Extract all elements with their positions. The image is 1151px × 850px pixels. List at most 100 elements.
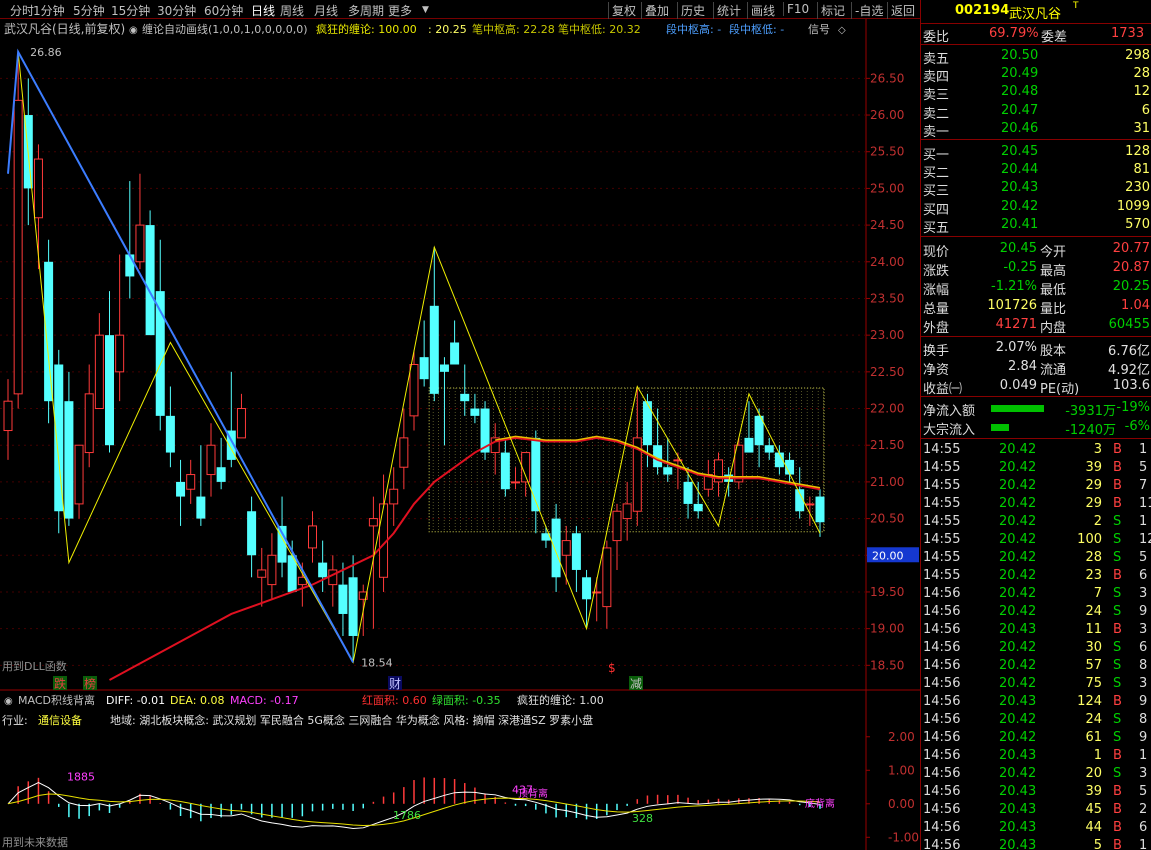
stock-header: 002194 武汉凡谷 T [921,1,1151,22]
bid-volume: 81 [1133,162,1150,178]
candle-body-down [125,254,135,277]
tick-count: 9 [1139,604,1148,619]
toolbar-button[interactable]: 画线 [747,2,775,19]
period-tab[interactable]: 1分钟 [33,2,65,19]
tick-row: 14:56 20.43 5 B 1 [921,837,1151,850]
flow-row: 大宗流入 -1240万 -6% [921,418,1151,438]
period-tab[interactable]: 分时 [10,2,34,19]
more-dropdown-icon[interactable]: ▼ [422,5,429,15]
tick-volume: 1 [1093,748,1102,763]
candle-body-up [511,481,520,484]
low-price-label: 18.54 [361,656,393,669]
quote-panel: 002194 武汉凡谷 T 委比 69.79% 委差 1733 卖五 20.50 298 卖四… [920,0,1151,850]
current-price-label: 20.00 [872,549,904,562]
tick-time: 14:56 [923,730,961,745]
period-tab[interactable]: 15分钟 [111,2,150,19]
period-tab[interactable]: 更多 [388,2,412,19]
tick-count: 3 [1139,766,1148,781]
candle-body-down [764,445,774,453]
candle-body-down [744,437,754,453]
ask-row: 卖五 20.50 298 [921,47,1151,67]
toolbar-button[interactable]: 标记 [817,2,845,19]
tag-t-icon: T [1073,1,1079,11]
tick-count: 11 [1139,496,1151,511]
tick-price: 20.43 [999,784,1037,799]
tick-row: 14:56 20.42 7 S 3 [921,585,1151,603]
stock-name: 武汉凡谷 [1009,7,1062,22]
toolbar-button[interactable]: F10 [783,2,809,16]
tick-price: 20.43 [999,622,1037,637]
tick-price: 20.42 [999,532,1037,547]
toolbar-button[interactable]: 历史 [677,2,705,19]
candle-body-up [206,444,216,476]
tick-volume: 124 [1077,694,1102,709]
toolbar-button[interactable]: 统计 [713,2,741,19]
period-toolbar: 分时 1分钟 5分钟 15分钟 30分钟 60分钟 日线 周线 月线 多周期 更多 ▼ 复权 叠加 历史统… [0,0,920,19]
candle-body-up [389,488,399,505]
legend-item: 段中枢高: - [666,22,721,36]
macd-crazy: 疯狂的缠论: 1.00 [517,693,604,707]
period-tab[interactable]: 日线 [251,2,275,19]
period-tab[interactable]: 多周期 [348,2,384,19]
macd-count-label: 328 [632,812,653,825]
divergence-label: 底背离 [805,797,835,810]
toolbar-button[interactable]: 叠加 [641,2,669,19]
toolbar-button[interactable]: -自选 [851,2,883,19]
weicha-value: 1733 [1111,26,1145,41]
candle-body-down [571,533,581,570]
tick-row: 14:56 20.43 1 B 1 [921,747,1151,765]
tick-row: 14:55 20.42 39 B 5 [921,459,1151,477]
quote-label: 内盘 [1040,321,1067,336]
tick-row: 14:56 20.42 24 S 9 [921,603,1151,621]
toolbar-button[interactable]: 复权 [608,2,636,19]
price-tick-label: 23.00 [870,328,904,342]
quote-value: -1.21% [991,279,1037,294]
period-tab[interactable]: 60分钟 [204,2,243,19]
event-marker: 减 [630,677,642,691]
tick-side: S [1113,640,1122,655]
tick-time: 14:56 [923,694,961,709]
bid-label: 买二 [923,166,950,182]
tick-price: 20.42 [999,460,1037,475]
tick-side: B [1113,460,1122,475]
quote-row: 现价 20.45 今开 20.77 [921,240,1151,260]
toolbar-button[interactable]: 返回 [887,2,915,19]
tick-row: 14:56 20.42 75 S 3 [921,675,1151,693]
quote-value: 41271 [995,317,1037,332]
ask-volume: 298 [1125,48,1150,63]
bid-price: 20.43 [1001,180,1039,196]
industry-label: 行业: [2,714,28,727]
tick-time: 14:56 [923,820,961,835]
legend-item: : 20.25 [428,23,467,36]
bid-label: 买一 [923,148,950,163]
tick-side: B [1113,838,1122,850]
quote-label: 现价 [923,245,950,260]
weibi-row: 委比 69.79% 委差 1733 [921,25,1151,45]
stock-code: 002194 [955,3,1010,18]
candle-body-down [318,562,328,578]
tick-side: B [1113,802,1122,817]
tick-volume: 23 [1085,568,1102,583]
period-tab[interactable]: 周线 [280,2,304,19]
price-tick-label: 21.50 [870,438,904,452]
tick-count: 5 [1139,784,1148,799]
macd-title: MACD积线背离 [18,693,95,707]
tick-count: 12 [1139,532,1151,547]
period-tab[interactable]: 月线 [314,2,338,19]
candle-body-up [409,364,419,417]
price-tick-label: 20.50 [870,512,904,526]
price-tick-label: 19.00 [870,622,904,636]
tick-side: S [1113,730,1122,745]
tick-price: 20.42 [999,586,1037,601]
tick-volume: 30 [1085,640,1102,655]
dll-note: 用到DLL函数 [2,660,67,673]
tick-row: 14:55 20.42 3 B 1 [921,441,1151,459]
tick-time: 14:56 [923,604,961,619]
tick-volume: 3 [1093,442,1102,457]
kline-chart[interactable]: 26.50 26.00 25.50 25.00 24.50 24.00 23.50 23.00… [0,19,920,850]
ask-volume: 28 [1133,66,1150,82]
period-tab[interactable]: 30分钟 [157,2,196,19]
tick-price: 20.43 [999,838,1037,850]
tick-volume: 2 [1093,514,1102,529]
period-tab[interactable]: 5分钟 [73,2,105,19]
